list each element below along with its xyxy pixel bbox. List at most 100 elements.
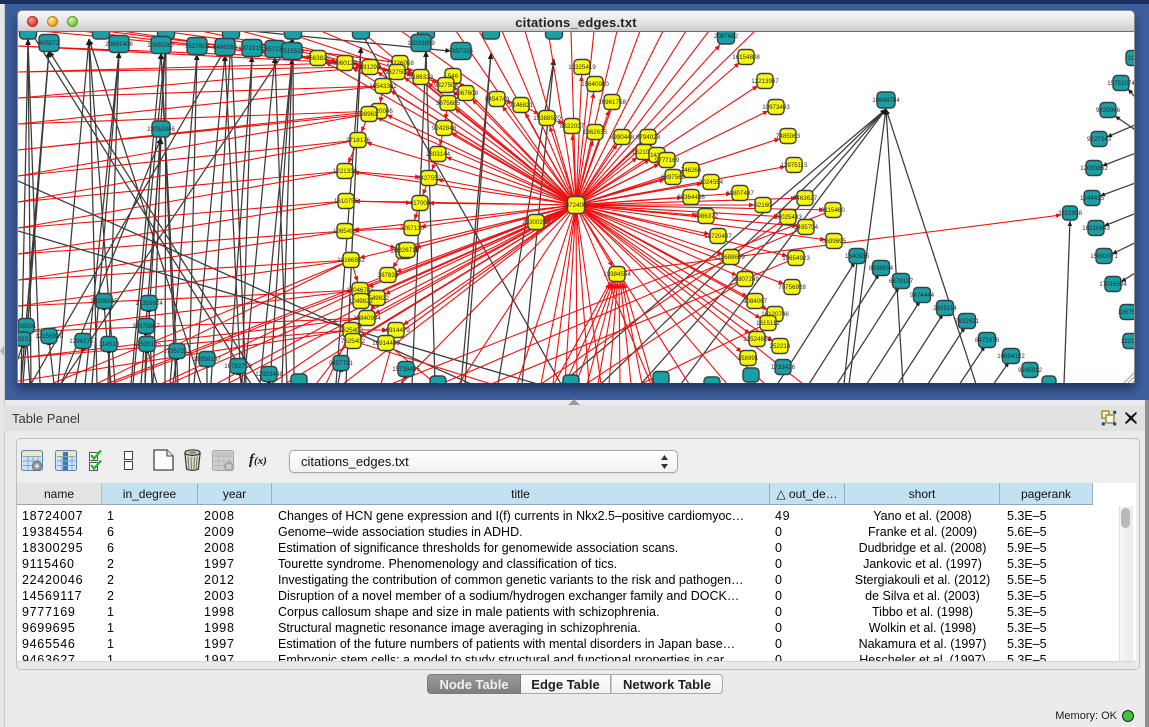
svg-text:114519: 114519 <box>99 341 120 348</box>
svg-text:16543382: 16543382 <box>369 83 397 90</box>
svg-text:12093852: 12093852 <box>1080 165 1108 172</box>
svg-text:7663822: 7663822 <box>306 55 331 62</box>
svg-text:12505185: 12505185 <box>133 341 161 348</box>
svg-text:9245012: 9245012 <box>1018 367 1043 374</box>
svg-text:62160: 62160 <box>754 202 772 209</box>
svg-text:16782759: 16782759 <box>224 363 252 370</box>
svg-text:10025433: 10025433 <box>774 214 802 221</box>
svg-text:10655267: 10655267 <box>147 42 175 49</box>
svg-text:9327503: 9327503 <box>385 69 410 76</box>
svg-text:3875685: 3875685 <box>436 100 461 107</box>
svg-text:1733426: 1733426 <box>771 364 796 371</box>
svg-text:405572: 405572 <box>39 40 60 47</box>
svg-text:9115460: 9115460 <box>821 207 845 214</box>
svg-text:2935114: 2935114 <box>933 305 957 312</box>
svg-text:891295: 891295 <box>360 64 381 71</box>
svg-text:387833: 387833 <box>378 272 399 279</box>
svg-text:8471676: 8471676 <box>975 337 1000 344</box>
svg-text:12942757: 12942757 <box>69 338 97 345</box>
svg-text:1362635: 1362635 <box>583 129 608 136</box>
svg-text:7625402: 7625402 <box>341 338 366 345</box>
svg-text:17016504: 17016504 <box>1099 281 1127 288</box>
svg-text:3267130: 3267130 <box>400 225 425 232</box>
svg-text:8938914: 8938914 <box>869 265 894 272</box>
svg-text:39151: 39151 <box>18 336 32 343</box>
svg-text:1221330: 1221330 <box>333 168 358 175</box>
svg-text:16961758: 16961758 <box>598 99 626 106</box>
svg-text:9474444: 9474444 <box>910 292 935 299</box>
svg-text:9777169: 9777169 <box>655 157 680 164</box>
svg-text:17957253: 17957253 <box>163 348 191 355</box>
svg-text:1112: 1112 <box>1128 55 1134 62</box>
svg-text:13325419: 13325419 <box>568 64 596 71</box>
svg-text:439501: 439501 <box>18 323 37 330</box>
svg-text:8322037: 8322037 <box>560 123 585 130</box>
svg-text:16033809: 16033809 <box>407 40 435 47</box>
svg-text:10688609: 10688609 <box>717 254 745 261</box>
svg-text:9329966: 9329966 <box>1096 107 1121 114</box>
svg-text:8427552: 8427552 <box>417 175 442 182</box>
svg-text:9227343: 9227343 <box>1087 136 1112 143</box>
svg-text:6879197: 6879197 <box>889 278 914 285</box>
svg-text:17359924: 17359924 <box>135 300 163 307</box>
svg-text:126753: 126753 <box>1118 309 1134 316</box>
svg-text:70756928: 70756928 <box>778 284 806 291</box>
svg-text:19384554: 19384554 <box>603 271 631 278</box>
svg-text:6897568: 6897568 <box>661 174 686 181</box>
svg-text:10654122: 10654122 <box>997 353 1025 360</box>
svg-text:9242848: 9242848 <box>432 125 457 132</box>
svg-text:12213967: 12213967 <box>751 78 779 85</box>
svg-text:15751074: 15751074 <box>1107 80 1134 87</box>
svg-text:2803144: 2803144 <box>426 151 451 158</box>
svg-text:1049822: 1049822 <box>349 298 374 305</box>
svg-text:25300293: 25300293 <box>522 219 550 226</box>
svg-text:10807487: 10807487 <box>726 190 754 197</box>
svg-text:20364436: 20364436 <box>677 194 705 201</box>
svg-text:8990448: 8990448 <box>610 134 635 141</box>
svg-text:39975857: 39975857 <box>132 323 160 330</box>
svg-text:12975115: 12975115 <box>780 162 808 169</box>
svg-text:7857224: 7857224 <box>449 48 474 55</box>
svg-text:9327508: 9327508 <box>434 82 459 89</box>
svg-text:16914479: 16914479 <box>382 327 410 334</box>
svg-text:6794028: 6794028 <box>636 134 661 141</box>
svg-text:13524851: 13524851 <box>743 336 771 343</box>
svg-text:2087682: 2087682 <box>714 33 739 40</box>
svg-text:10973493: 10973493 <box>762 104 790 111</box>
svg-text:10958157: 10958157 <box>193 356 221 363</box>
svg-text:1527602: 1527602 <box>185 43 210 50</box>
svg-text:8960124: 8960124 <box>333 60 358 67</box>
svg-text:7632621: 7632621 <box>955 318 980 325</box>
svg-text:3495754: 3495754 <box>794 224 819 231</box>
svg-text:9146821: 9146821 <box>509 102 534 109</box>
svg-text:19654923: 19654923 <box>782 255 810 262</box>
svg-text:417006: 417006 <box>410 200 431 207</box>
svg-text:9463627: 9463627 <box>793 195 818 202</box>
svg-text:15640910: 15640910 <box>581 81 609 88</box>
svg-text:20691406: 20691406 <box>105 41 133 48</box>
svg-text:8186323: 8186323 <box>409 74 434 81</box>
svg-text:2718176: 2718176 <box>346 137 371 144</box>
svg-text:20206535: 20206535 <box>90 298 118 305</box>
svg-text:15716485: 15716485 <box>392 366 420 373</box>
svg-text:7986372: 7986372 <box>694 213 719 220</box>
svg-text:16914479: 16914479 <box>372 340 400 347</box>
svg-text:2967608: 2967608 <box>454 90 479 97</box>
svg-text:122103: 122103 <box>1121 338 1134 345</box>
svg-text:23053346: 23053346 <box>147 126 175 133</box>
svg-text:15692971: 15692971 <box>1090 253 1118 260</box>
svg-text:15388520: 15388520 <box>533 115 561 122</box>
svg-text:1640935: 1640935 <box>845 253 870 260</box>
svg-text:12923448: 12923448 <box>255 371 283 378</box>
svg-text:1615112: 1615112 <box>756 320 780 327</box>
svg-text:158991: 158991 <box>738 355 759 362</box>
svg-text:7485063: 7485063 <box>776 133 801 140</box>
svg-text:16210643: 16210643 <box>1082 225 1110 232</box>
svg-text:3024554: 3024554 <box>699 179 724 186</box>
svg-text:9084067: 9084067 <box>743 298 768 305</box>
svg-text:1065493: 1065493 <box>333 228 358 235</box>
svg-text:10648784: 10648784 <box>872 97 900 104</box>
svg-text:3826710: 3826710 <box>395 247 420 254</box>
svg-text:3215958: 3215958 <box>1058 210 1083 217</box>
svg-text:16154808: 16154808 <box>732 54 760 61</box>
